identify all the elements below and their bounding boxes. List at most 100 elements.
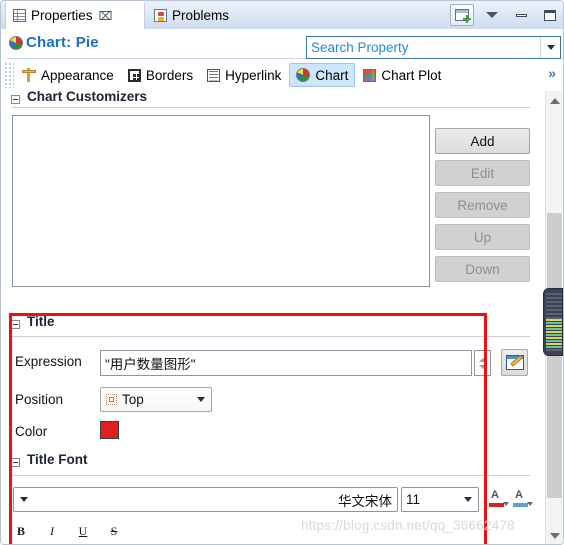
customizers-list[interactable] bbox=[12, 115, 430, 287]
chevron-down-icon bbox=[464, 497, 472, 502]
chart-plot-icon bbox=[363, 68, 377, 82]
tab-chart-plot[interactable]: Chart Plot bbox=[357, 63, 447, 87]
maximize-icon bbox=[544, 9, 556, 21]
watermark-text: https://blog.csdn.net/qq_36662478 bbox=[301, 518, 515, 533]
tabs-overflow-button[interactable]: » bbox=[548, 65, 556, 81]
tab-appearance-label: Appearance bbox=[41, 67, 114, 83]
group-label-chart-customizers: Chart Customizers bbox=[27, 91, 148, 104]
floating-minimap-widget[interactable] bbox=[543, 288, 563, 356]
tab-chart[interactable]: Chart bbox=[289, 63, 356, 87]
group-label-title-font: Title Font bbox=[27, 452, 88, 467]
minimap-highlight-lines bbox=[546, 319, 562, 349]
title-group-separator bbox=[12, 336, 530, 337]
view-menu-button[interactable] bbox=[481, 5, 503, 25]
chevron-down-icon bbox=[546, 45, 555, 50]
group-label-title: Title bbox=[27, 314, 55, 329]
font-color-buttons: A A bbox=[488, 487, 536, 511]
page-title: Chart: Pie bbox=[26, 34, 99, 51]
problems-icon bbox=[154, 8, 167, 22]
minimize-icon bbox=[515, 13, 527, 17]
close-icon[interactable]: ⌧ bbox=[99, 9, 113, 23]
tab-problems-label: Problems bbox=[172, 7, 230, 23]
position-dropdown-button[interactable] bbox=[191, 397, 211, 402]
tab-hyperlink-label: Hyperlink bbox=[225, 67, 282, 83]
new-view-button[interactable] bbox=[450, 4, 474, 26]
view-tabstrip: Properties ⌧ Problems bbox=[1, 1, 563, 29]
property-section-tabs: Appearance Borders Hyperlink Chart Chart… bbox=[1, 59, 563, 91]
chevron-up-icon bbox=[549, 97, 560, 104]
new-view-icon bbox=[455, 9, 469, 21]
italic-button[interactable]: I bbox=[44, 523, 60, 539]
toolbar-gripper[interactable] bbox=[4, 62, 14, 88]
scroll-up-button[interactable] bbox=[546, 92, 563, 109]
position-select[interactable]: Top bbox=[100, 387, 212, 412]
chevron-down-icon[interactable] bbox=[20, 497, 28, 502]
add-button[interactable]: Add bbox=[435, 128, 530, 154]
edit-button[interactable]: Edit bbox=[435, 160, 530, 186]
position-label: Position bbox=[15, 392, 64, 407]
expander-title-font[interactable] bbox=[11, 458, 20, 467]
edit-expression-button[interactable] bbox=[501, 349, 528, 376]
font-size-value: 11 bbox=[406, 492, 421, 507]
search-dropdown-button[interactable] bbox=[540, 37, 560, 58]
pie-chart-icon bbox=[9, 36, 23, 50]
position-value: Top bbox=[122, 392, 144, 407]
tab-problems[interactable]: Problems bbox=[147, 1, 267, 29]
tab-hyperlink[interactable]: Hyperlink bbox=[201, 63, 287, 87]
tab-properties[interactable]: Properties ⌧ bbox=[5, 1, 145, 29]
font-foreground-color-button[interactable]: A bbox=[488, 489, 509, 509]
expander-title[interactable] bbox=[11, 320, 20, 329]
expression-input[interactable]: "用户数量图形" bbox=[100, 350, 472, 376]
chevron-up-icon bbox=[478, 357, 487, 362]
chevron-down-icon bbox=[549, 532, 560, 539]
title-color-swatch[interactable] bbox=[100, 421, 119, 439]
underline-button[interactable]: U bbox=[75, 523, 91, 539]
chevron-down-icon bbox=[527, 502, 533, 506]
font-background-color-button[interactable]: A bbox=[512, 489, 533, 509]
properties-icon bbox=[13, 9, 26, 22]
expression-spinner[interactable] bbox=[474, 350, 491, 376]
minimize-button[interactable] bbox=[510, 5, 532, 25]
pie-chart-icon bbox=[296, 68, 311, 82]
borders-icon bbox=[127, 68, 141, 82]
remove-button[interactable]: Remove bbox=[435, 192, 530, 218]
chevron-down-icon bbox=[503, 502, 509, 506]
chevron-down-icon bbox=[197, 397, 205, 402]
letter-a-icon: A bbox=[491, 489, 499, 501]
strikethrough-button[interactable]: S bbox=[106, 523, 122, 539]
tab-borders[interactable]: Borders bbox=[122, 63, 199, 87]
up-button[interactable]: Up bbox=[435, 224, 530, 250]
tab-appearance[interactable]: Appearance bbox=[16, 63, 120, 87]
tab-chart-label: Chart bbox=[315, 67, 349, 83]
letter-a-icon: A bbox=[515, 489, 523, 501]
scroll-down-button[interactable] bbox=[546, 527, 563, 544]
chevron-down-icon bbox=[478, 364, 487, 369]
expression-label: Expression bbox=[15, 354, 82, 369]
expander-chart-customizers[interactable] bbox=[11, 95, 20, 104]
color-label: Color bbox=[15, 424, 48, 439]
position-marker-icon bbox=[106, 394, 117, 405]
group-separator bbox=[12, 107, 530, 108]
font-size-dropdown-button[interactable] bbox=[458, 497, 478, 502]
property-content: Chart Customizers Add Edit Remove Up Dow… bbox=[1, 91, 563, 544]
bold-button[interactable]: B bbox=[13, 523, 29, 539]
search-property-input[interactable]: Search Property bbox=[306, 36, 561, 59]
search-placeholder: Search Property bbox=[311, 40, 409, 55]
view-menu-chevron-icon bbox=[486, 12, 498, 18]
maximize-button[interactable] bbox=[539, 5, 561, 25]
view-toolbar bbox=[450, 3, 561, 27]
tab-chart-plot-label: Chart Plot bbox=[381, 67, 442, 83]
tab-borders-label: Borders bbox=[145, 67, 194, 83]
customizers-button-column: Add Edit Remove Up Down bbox=[435, 128, 530, 288]
font-size-select[interactable]: 11 bbox=[401, 487, 479, 512]
title-font-separator bbox=[12, 475, 530, 476]
font-format-buttons: B I U S bbox=[13, 523, 122, 539]
hyperlink-icon bbox=[207, 68, 221, 82]
ruler-icon bbox=[22, 68, 36, 82]
down-button[interactable]: Down bbox=[435, 256, 530, 282]
background-color-bar bbox=[513, 503, 528, 507]
foreground-color-bar bbox=[489, 503, 504, 507]
tab-properties-label: Properties bbox=[31, 8, 93, 23]
font-family-value: 华文宋体 bbox=[338, 493, 392, 509]
font-family-select[interactable]: 华文宋体 bbox=[13, 487, 398, 512]
